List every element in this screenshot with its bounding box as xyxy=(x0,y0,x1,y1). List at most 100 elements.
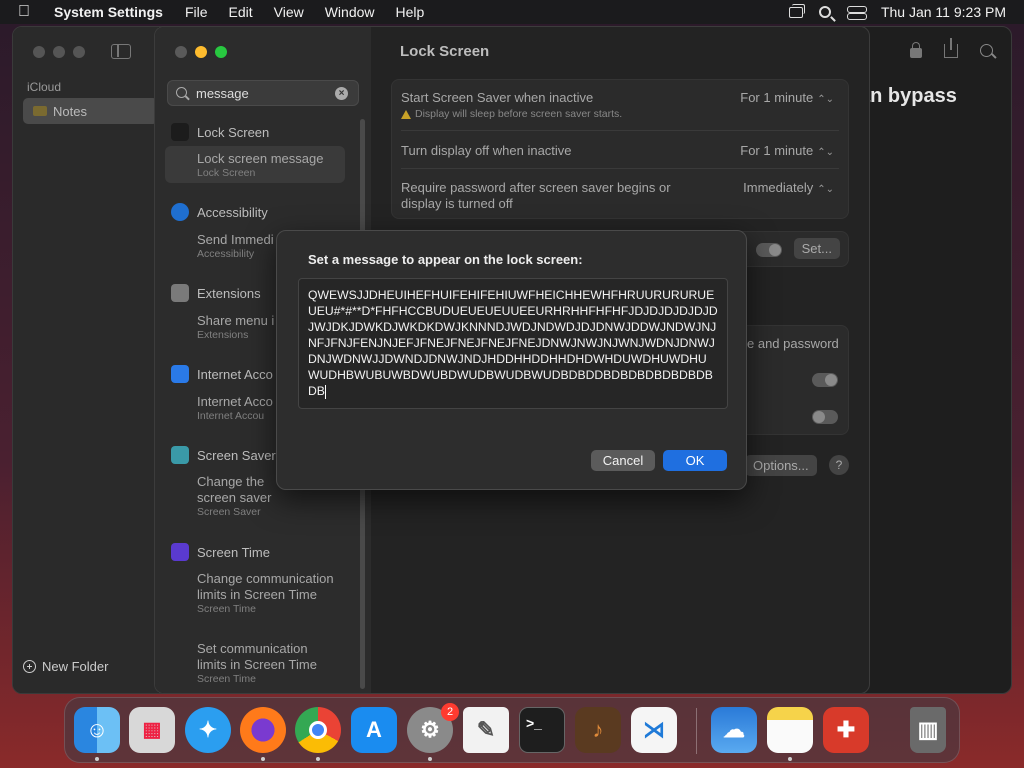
screen-saver-inactive-label: Start Screen Saver when inactive xyxy=(401,90,594,105)
minimize-button[interactable] xyxy=(195,46,207,58)
result-subtitle: Screen Time xyxy=(197,603,256,615)
sidebar-section-accessibility[interactable]: Accessibility xyxy=(171,203,268,221)
extensions-icon xyxy=(171,284,189,302)
running-indicator xyxy=(316,757,320,761)
display-off-inactive-popup[interactable]: For 1 minute ⌃⌄ xyxy=(740,143,834,158)
sidebar-section-internet-accounts[interactable]: Internet Acco xyxy=(171,365,273,383)
result-subtitle: Screen Saver xyxy=(197,506,261,518)
minimize-button[interactable] xyxy=(53,46,65,58)
menu-bar:  System Settings File Edit View Window … xyxy=(0,0,1024,24)
section-label: Internet Acco xyxy=(197,366,273,382)
warning-icon xyxy=(401,109,411,119)
dock-system-settings[interactable]: ⚙ 2 xyxy=(407,703,459,753)
setting-toggle[interactable] xyxy=(812,410,838,424)
share-icon[interactable] xyxy=(944,37,958,58)
result-lock-screen-message[interactable]: Lock screen message Lock Screen xyxy=(197,151,323,180)
setting-toggle[interactable] xyxy=(812,373,838,387)
icloud-section-label: iCloud xyxy=(27,80,62,94)
sidebar-toggle-icon[interactable] xyxy=(111,44,131,59)
result-set-communication-limits[interactable]: Set communication limits in Screen Time … xyxy=(197,641,337,686)
display-off-inactive-label: Turn display off when inactive xyxy=(401,143,572,158)
result-title: Set communication limits in Screen Time xyxy=(197,641,317,672)
dock-firefox[interactable] xyxy=(240,707,286,753)
updown-chevron-icon: ⌃⌄ xyxy=(817,147,834,158)
menu-edit[interactable]: Edit xyxy=(229,4,253,20)
result-title: Change the screen saver xyxy=(197,474,272,505)
dock-chrome[interactable] xyxy=(295,707,341,753)
require-password-popup[interactable]: Immediately ⌃⌄ xyxy=(743,180,834,195)
result-send-immediately[interactable]: Send Immedi Accessibility xyxy=(197,232,274,261)
sidebar-section-extensions[interactable]: Extensions xyxy=(171,284,261,302)
result-change-screen-saver[interactable]: Change the screen saver Screen Saver xyxy=(197,474,287,519)
dock-instruments[interactable]: ✚ xyxy=(823,707,869,753)
control-center-icon[interactable] xyxy=(846,6,867,20)
dock: ☺ ▦ ✦ A ⚙ 2 ✎ >_ ♪ ⋊ ☁ ✚ ▥ xyxy=(64,697,960,763)
screen-saver-inactive-popup[interactable]: For 1 minute ⌃⌄ xyxy=(740,90,834,105)
hourglass-icon xyxy=(171,543,189,561)
trash-icon: ▥ xyxy=(910,707,946,753)
dock-trash[interactable]: ▥ xyxy=(905,707,951,753)
vscode-icon: ⋊ xyxy=(631,707,677,753)
dock-terminal[interactable]: >_ xyxy=(519,707,565,753)
close-button[interactable] xyxy=(33,46,45,58)
popup-value: Immediately xyxy=(743,180,814,195)
zoom-button[interactable] xyxy=(215,46,227,58)
result-share-menu[interactable]: Share menu i Extensions xyxy=(197,313,274,342)
help-button[interactable]: ? xyxy=(829,455,849,475)
result-change-communication-limits[interactable]: Change communication limits in Screen Ti… xyxy=(197,571,337,616)
dock-vscode[interactable]: ⋊ xyxy=(631,707,677,753)
dock-notes[interactable] xyxy=(767,707,813,753)
sidebar-item-notes[interactable]: Notes xyxy=(23,98,158,124)
result-subtitle: Accessibility xyxy=(197,248,255,260)
dock-app-store[interactable]: A xyxy=(351,707,397,753)
section-label: Screen Saver xyxy=(197,447,276,463)
dock-textedit[interactable]: ✎ xyxy=(463,707,509,753)
zoom-button[interactable] xyxy=(73,46,85,58)
textedit-icon: ✎ xyxy=(463,707,509,753)
settings-search-field[interactable]: message × xyxy=(167,80,359,106)
dock-launchpad[interactable]: ▦ xyxy=(129,707,175,753)
lock-message-toggle[interactable] xyxy=(756,243,782,257)
set-message-button[interactable]: Set... xyxy=(793,238,840,259)
ok-button[interactable]: OK xyxy=(663,450,727,471)
clear-search-icon[interactable]: × xyxy=(335,87,348,100)
guitar-icon: ♪ xyxy=(575,707,621,753)
search-icon[interactable] xyxy=(980,44,993,57)
sidebar-section-lock-screen[interactable]: Lock Screen xyxy=(171,123,269,141)
dock-finder[interactable]: ☺ xyxy=(74,707,120,753)
app-menu[interactable]: System Settings xyxy=(54,4,163,20)
lock-message-textarea[interactable]: QWEWSJJDHEUIHEFHUIFEHIFEHIUWFHEICHHEWHFH… xyxy=(298,278,728,409)
dock-safari[interactable]: ✦ xyxy=(185,707,231,753)
screen-mirroring-icon[interactable] xyxy=(788,3,805,18)
notes-toolbar xyxy=(910,37,993,58)
result-internet-accounts[interactable]: Internet Acco Internet Accou xyxy=(197,394,273,423)
sidebar-section-screen-time[interactable]: Screen Time xyxy=(171,543,270,561)
lock-icon[interactable] xyxy=(910,42,922,58)
chrome-icon xyxy=(295,707,341,753)
require-password-label: Require password after screen saver begi… xyxy=(401,180,671,211)
cloud-sun-icon: ☁ xyxy=(711,707,757,753)
spotlight-search-icon[interactable] xyxy=(818,6,831,18)
dock-garageband[interactable]: ♪ xyxy=(575,707,621,753)
menu-window[interactable]: Window xyxy=(325,4,375,20)
close-button[interactable] xyxy=(175,46,187,58)
new-folder-button[interactable]: New Folder xyxy=(23,659,108,674)
result-title: Share menu i xyxy=(197,313,275,328)
menu-file[interactable]: File xyxy=(185,4,208,20)
options-button[interactable]: Options... xyxy=(745,455,817,476)
dock-weather[interactable]: ☁ xyxy=(711,707,757,753)
notes-icon xyxy=(767,707,813,753)
menu-view[interactable]: View xyxy=(274,4,304,20)
folder-label: Notes xyxy=(53,104,87,119)
result-subtitle: Extensions xyxy=(197,329,249,341)
result-title: Send Immedi xyxy=(197,232,274,247)
sidebar-section-screen-saver[interactable]: Screen Saver xyxy=(171,446,276,464)
apple-menu-icon[interactable]:  xyxy=(18,3,40,21)
menubar-clock[interactable]: Thu Jan 11 9:23 PM xyxy=(881,4,1006,20)
cancel-button[interactable]: Cancel xyxy=(591,450,655,471)
settings-window-controls xyxy=(175,46,227,58)
divider xyxy=(401,130,839,131)
menu-help[interactable]: Help xyxy=(396,4,425,20)
note-heading-fragment: an bypass xyxy=(859,85,957,107)
login-password-label-fragment: e and password xyxy=(747,336,839,351)
